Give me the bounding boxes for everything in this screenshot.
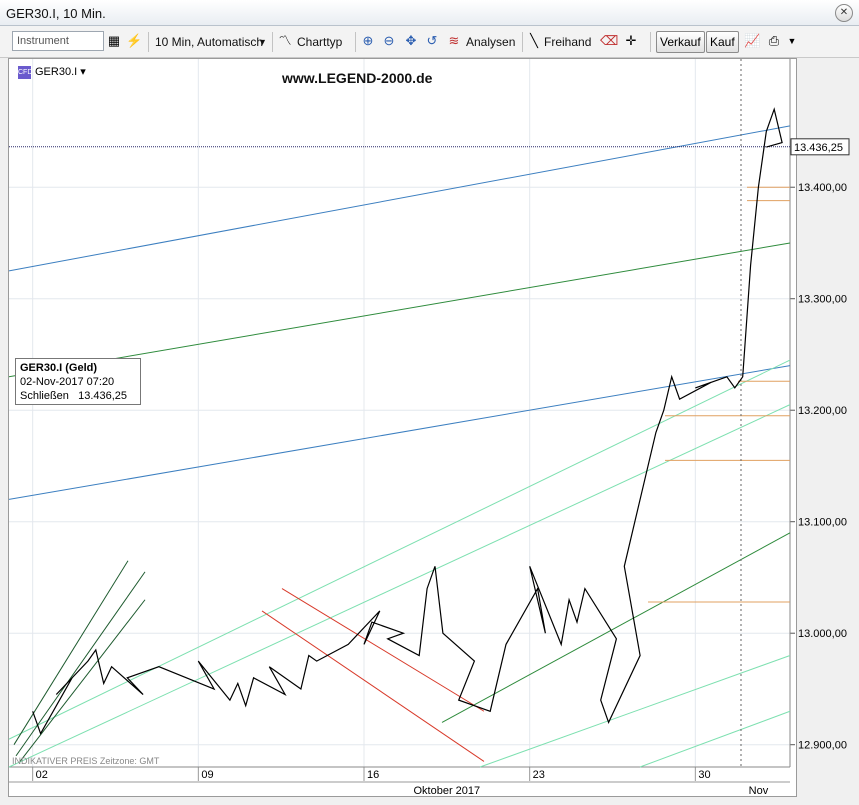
- month-label-october: Oktober 2017: [414, 785, 481, 797]
- light-green-channel-line: [8, 359, 791, 740]
- dark-green-channel-line: [13, 560, 129, 745]
- x-tick-label: 16: [367, 769, 379, 781]
- cfd-icon: CFD: [18, 65, 32, 79]
- month-label-november: Nov: [749, 785, 769, 797]
- y-tick-label: 13.100,00: [798, 517, 847, 529]
- light-green-channel-line: [479, 655, 791, 768]
- y-tick-label: 13.400,00: [798, 182, 847, 194]
- blue-trendline-upper: [8, 125, 791, 272]
- price-line: [32, 107, 783, 736]
- green-trendline: [8, 242, 791, 378]
- y-tick-label: 13.000,00: [798, 628, 847, 640]
- x-tick-label: 02: [36, 769, 48, 781]
- y-tick-label: 13.200,00: [798, 405, 847, 417]
- infobox-close-label: Schließen: [20, 390, 69, 402]
- y-tick-label: 12.900,00: [798, 740, 847, 752]
- infobox-title: GER30.I (Geld): [20, 362, 98, 374]
- y-tick-label: 13.300,00: [798, 294, 847, 306]
- light-green-channel-line: [8, 404, 791, 768]
- infobox-datetime: 02-Nov-2017 07:20: [20, 376, 115, 388]
- footnote: INDIKATIVER PREIS Zeitzone: GMT: [12, 756, 160, 766]
- x-tick-label: 23: [533, 769, 545, 781]
- current-price-label: 13.436,25: [794, 142, 843, 154]
- x-tick-label: 30: [698, 769, 710, 781]
- chart-instrument-selector[interactable]: CFD GER30.I ▾: [18, 65, 86, 79]
- light-green-channel-line: [639, 710, 791, 768]
- dark-green-channel-line: [15, 571, 146, 757]
- dark-green-channel-line: [19, 599, 146, 762]
- x-tick-label: 09: [201, 769, 213, 781]
- chart-instrument-label: GER30.I: [35, 66, 78, 78]
- infobox-close-value: 13.436,25: [78, 390, 128, 402]
- price-infobox: GER30.I (Geld) 02-Nov-2017 07:20 Schließ…: [15, 358, 141, 405]
- watermark-text: www.LEGEND-2000.de: [282, 70, 433, 86]
